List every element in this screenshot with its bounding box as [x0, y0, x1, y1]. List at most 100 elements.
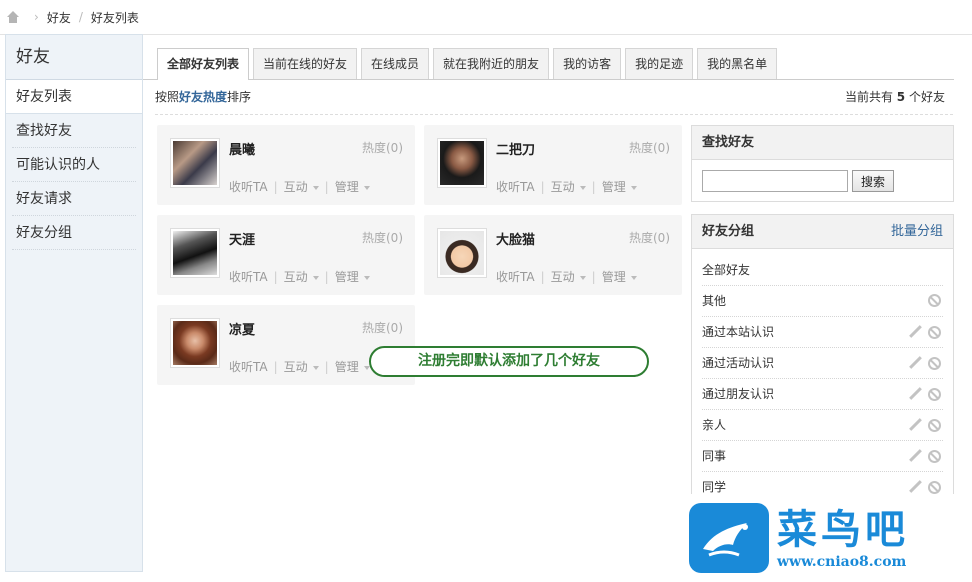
avatar[interactable] [170, 318, 220, 368]
interact-menu[interactable]: 互动 [284, 268, 319, 285]
caret-down-icon [630, 185, 637, 190]
manage-menu[interactable]: 管理 [335, 268, 370, 285]
group-panel-title-text: 好友分组 [702, 224, 755, 239]
avatar[interactable] [170, 138, 220, 188]
caret-down-icon [363, 185, 370, 190]
edit-icon[interactable] [908, 356, 922, 370]
batch-group-link[interactable]: 批量分组 [891, 215, 943, 249]
tab-online-members[interactable]: 在线成员 [361, 48, 430, 79]
group-item-family[interactable]: 亲人 [702, 410, 943, 441]
delete-icon[interactable] [928, 449, 941, 463]
follow-link[interactable]: 收听TA [229, 178, 268, 195]
delete-icon[interactable] [928, 294, 941, 307]
tab-nearby-friends[interactable]: 就在我附近的朋友 [433, 48, 550, 79]
home-icon[interactable] [6, 11, 20, 23]
friend-actions: 收听TA | 互动 | 管理 [229, 178, 370, 195]
interact-menu[interactable]: 互动 [284, 178, 319, 195]
group-panel: 好友分组 批量分组 全部好友 其他 通过本站认识 通过活动认识 通过朋友认识 亲… [691, 214, 954, 496]
manage-menu[interactable]: 管理 [335, 178, 370, 195]
chevron-right-icon: / [78, 10, 83, 24]
group-item-site[interactable]: 通过本站认识 [702, 317, 943, 348]
search-button[interactable]: 搜索 [852, 170, 895, 192]
sidebar-item-friend-requests[interactable]: 好友请求 [12, 182, 136, 216]
manage-label: 管理 [334, 360, 359, 374]
interact-label: 互动 [550, 180, 575, 194]
manage-menu[interactable]: 管理 [335, 358, 370, 375]
delete-icon[interactable] [928, 480, 941, 494]
caret-down-icon [363, 275, 370, 280]
watermark-name: 菜鸟吧 [777, 506, 909, 553]
group-item-colleagues[interactable]: 同事 [702, 441, 943, 472]
sort-prefix: 按照 [155, 90, 180, 104]
caret-down-icon [579, 275, 586, 280]
interact-label: 互动 [283, 180, 308, 194]
delete-icon[interactable] [928, 356, 941, 370]
caret-down-icon [312, 275, 319, 280]
group-panel-title: 好友分组 批量分组 [692, 215, 953, 249]
follow-link[interactable]: 收听TA [229, 268, 268, 285]
group-item-other[interactable]: 其他 [702, 286, 943, 317]
interact-label: 互动 [283, 270, 308, 284]
breadcrumb-item-friends[interactable]: 好友 [47, 9, 71, 26]
caret-down-icon [312, 185, 319, 190]
sidebar-item-friend-list[interactable]: 好友列表 [6, 80, 142, 114]
tab-online-friends[interactable]: 当前在线的好友 [253, 48, 358, 79]
search-panel-title-text: 查找好友 [702, 135, 755, 150]
group-item-classmates[interactable]: 同学 [702, 472, 943, 495]
friend-name[interactable]: 晨曦 [229, 139, 255, 158]
delete-icon[interactable] [928, 325, 941, 339]
delete-icon[interactable] [928, 418, 941, 432]
avatar[interactable] [437, 138, 487, 188]
manage-label: 管理 [601, 270, 626, 284]
tab-footprints[interactable]: 我的足迹 [625, 48, 694, 79]
interact-menu[interactable]: 互动 [284, 358, 319, 375]
breadcrumb: › 好友 / 好友列表 [0, 0, 972, 35]
sidebar-item-friend-groups[interactable]: 好友分组 [12, 216, 136, 250]
follow-link[interactable]: 收听TA [229, 358, 268, 375]
delete-icon[interactable] [928, 387, 941, 401]
group-item-activity[interactable]: 通过活动认识 [702, 348, 943, 379]
manage-menu[interactable]: 管理 [602, 178, 637, 195]
group-label: 通过朋友认识 [702, 387, 775, 401]
group-item-friends[interactable]: 通过朋友认识 [702, 379, 943, 410]
tab-all-friends[interactable]: 全部好友列表 [157, 48, 250, 80]
interact-menu[interactable]: 互动 [551, 268, 586, 285]
interact-menu[interactable]: 互动 [551, 178, 586, 195]
group-item-all[interactable]: 全部好友 [702, 255, 943, 286]
manage-label: 管理 [601, 180, 626, 194]
avatar[interactable] [170, 228, 220, 278]
friend-actions: 收听TA | 互动 | 管理 [496, 178, 637, 195]
search-panel-title: 查找好友 [692, 126, 953, 160]
edit-icon[interactable] [908, 387, 922, 401]
annotation-callout: 注册完即默认添加了几个好友 [369, 346, 649, 377]
avatar[interactable] [437, 228, 487, 278]
sidebar-item-find-friends[interactable]: 查找好友 [12, 114, 136, 148]
friend-name[interactable]: 天涯 [229, 229, 255, 248]
search-input[interactable] [702, 170, 848, 192]
caret-down-icon [579, 185, 586, 190]
group-label: 同事 [702, 449, 727, 463]
edit-icon[interactable] [908, 418, 922, 432]
friend-name[interactable]: 凉夏 [229, 319, 255, 338]
group-label: 亲人 [702, 418, 727, 432]
watermark-text: 菜鸟吧 www.cniao8.com [777, 506, 909, 570]
manage-menu[interactable]: 管理 [602, 268, 637, 285]
hot-score: 热度(0) [629, 231, 670, 245]
friend-actions: 收听TA | 互动 | 管理 [496, 268, 637, 285]
follow-link[interactable]: 收听TA [496, 268, 535, 285]
sidebar-item-people-you-may-know[interactable]: 可能认识的人 [12, 148, 136, 182]
friend-actions: 收听TA | 互动 | 管理 [229, 358, 370, 375]
follow-link[interactable]: 收听TA [496, 178, 535, 195]
tab-visitors[interactable]: 我的访客 [553, 48, 622, 79]
friend-name[interactable]: 二把刀 [496, 139, 535, 158]
edit-icon[interactable] [908, 480, 922, 494]
caret-down-icon [312, 365, 319, 370]
tab-blacklist[interactable]: 我的黑名单 [697, 48, 778, 79]
edit-icon[interactable] [908, 325, 922, 339]
edit-icon[interactable] [908, 449, 922, 463]
breadcrumb-item-friend-list[interactable]: 好友列表 [91, 9, 139, 26]
sort-key-link[interactable]: 好友热度 [179, 90, 227, 104]
friend-name[interactable]: 大脸猫 [496, 229, 535, 248]
count-value: 5 [896, 90, 906, 104]
hot-score: 热度(0) [362, 141, 403, 155]
